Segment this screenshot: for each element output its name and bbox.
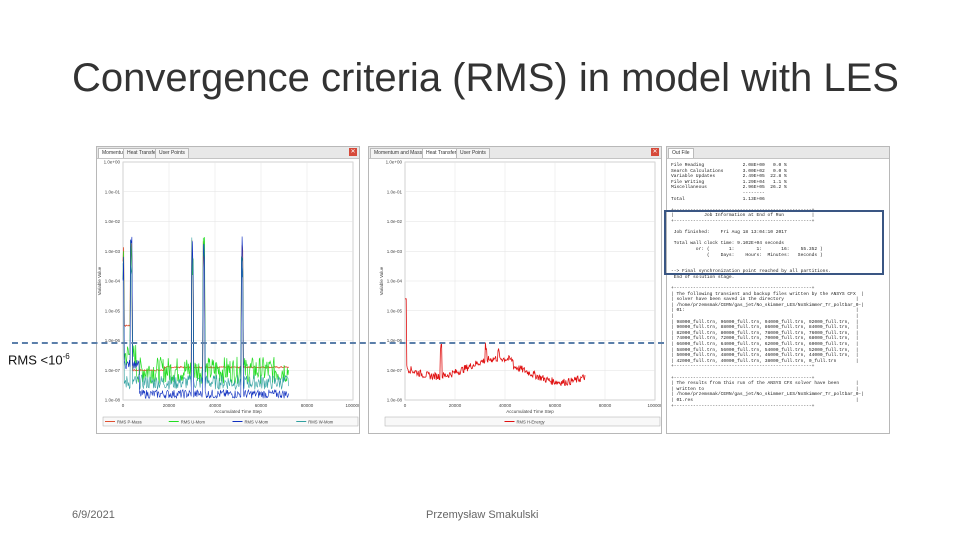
- slide-title: Convergence criteria (RMS) in model with…: [72, 56, 899, 100]
- x-tick-label: 80000: [301, 403, 314, 408]
- x-axis-label: Accumulated Time Step: [506, 409, 554, 414]
- y-tick-label: 1.0e-03: [105, 249, 121, 254]
- y-tick-label: 1.0e-08: [105, 398, 121, 403]
- out-file-panel: Out File File Reading 2.08E+00 0.0 % Sea…: [666, 146, 890, 434]
- y-tick-label: 1.0e-01: [387, 189, 403, 194]
- mid-convergence-plot: 1.0e+00 1.0e-01 1.0e-02 1.0e-03 1.0e-04 1.0e-…: [379, 160, 661, 427]
- legend-label: RMS P-Mass: [117, 420, 142, 425]
- close-icon[interactable]: ✕: [349, 148, 357, 156]
- x-tick-label: 60000: [549, 403, 562, 408]
- legend-label: RMS W-Mom: [308, 420, 334, 425]
- y-tick-label: 1.0e-01: [105, 189, 121, 194]
- momentum-mass-monitor-panel: Momentum and Mass Heat Transfer User Poi…: [96, 146, 360, 434]
- y-tick-label: 1.0e+00: [104, 160, 121, 165]
- rms-threshold-label: RMS <10-6: [8, 352, 70, 368]
- y-tick-label: 1.0e-05: [387, 308, 403, 313]
- tab-heat-transfer[interactable]: Heat Transfer: [422, 148, 461, 158]
- x-tick-label: 100000: [345, 403, 359, 408]
- legend-label: RMS H-Energy: [517, 420, 546, 425]
- y-tick-label: 1.0e-02: [105, 219, 121, 224]
- tab-momentum-and-mass[interactable]: Momentum and Mass: [370, 148, 427, 158]
- x-axis-label: Accumulated Time Step: [214, 409, 262, 414]
- x-tick-label: 20000: [163, 403, 176, 408]
- tab-user-points[interactable]: User Points: [456, 148, 490, 158]
- x-tick-label: 20000: [449, 403, 462, 408]
- job-info-highlight-box: [664, 210, 884, 275]
- x-tick-label: 40000: [209, 403, 222, 408]
- y-tick-label: 1.0e-07: [387, 368, 403, 373]
- rms-threshold-line: [12, 342, 664, 344]
- legend-label: RMS V-Mom: [245, 420, 269, 425]
- x-tick-label: 0: [122, 403, 125, 408]
- tab-user-points[interactable]: User Points: [155, 148, 189, 158]
- legend-label: RMS U-Mom: [181, 420, 206, 425]
- heat-transfer-monitor-panel: Momentum and Mass Heat Transfer User Poi…: [368, 146, 662, 434]
- footer-author: Przemysław Smakulski: [426, 509, 539, 521]
- y-axis-label: Variable Value: [379, 266, 384, 295]
- x-tick-label: 100000: [647, 403, 661, 408]
- y-tick-label: 1.0e-07: [105, 368, 121, 373]
- y-tick-label: 1.0e+00: [386, 160, 403, 165]
- y-tick-label: 1.0e-02: [387, 219, 403, 224]
- solver-output-text: File Reading 2.08E+00 0.0 % Search Calcu…: [671, 163, 864, 409]
- x-tick-label: 40000: [499, 403, 512, 408]
- tab-bar: Out File: [667, 147, 889, 159]
- left-convergence-plot: 1.0e+00 1.0e-01 1.0e-02 1.0e-03 1.0e-04 1.0e-…: [97, 160, 359, 427]
- x-tick-label: 60000: [255, 403, 268, 408]
- x-tick-label: 0: [404, 403, 407, 408]
- x-tick-label: 80000: [599, 403, 612, 408]
- y-tick-label: 1.0e-04: [387, 279, 403, 284]
- close-icon[interactable]: ✕: [651, 148, 659, 156]
- y-tick-label: 1.0e-05: [105, 308, 121, 313]
- y-tick-label: 1.0e-03: [387, 249, 403, 254]
- y-tick-label: 1.0e-04: [105, 279, 121, 284]
- y-axis-label: Variable Value: [97, 266, 102, 295]
- y-tick-label: 1.0e-08: [387, 398, 403, 403]
- tab-out-file[interactable]: Out File: [668, 148, 694, 158]
- footer-date: 6/9/2021: [72, 509, 115, 521]
